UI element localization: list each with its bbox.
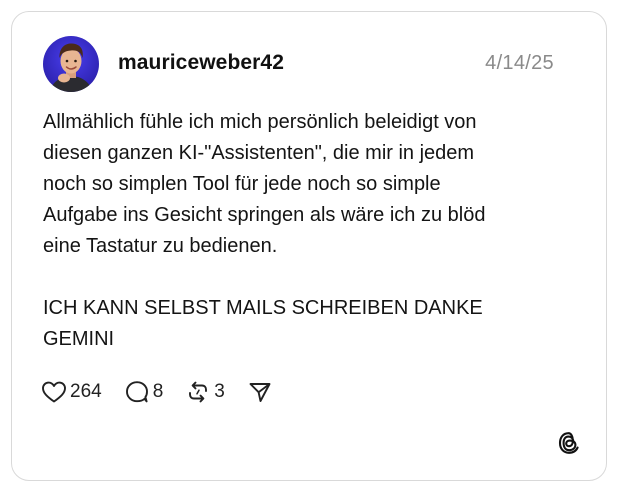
post-actions: 264 8 3 (41, 378, 295, 406)
post-paragraph: ICH KANN SELBST MAILS SCHREIBEN DANKE GE… (43, 297, 483, 350)
avatar-image (43, 36, 99, 92)
comment-bubble-icon (124, 380, 150, 404)
post-card: mauriceweber42 4/14/25 Allmählich fühle … (11, 11, 607, 481)
avatar[interactable] (43, 36, 99, 92)
post-date: 4/14/25 (485, 52, 554, 74)
threads-logo-icon (556, 430, 582, 456)
send-icon (247, 380, 273, 404)
repost-button[interactable]: 3 (185, 380, 225, 404)
reply-count: 8 (152, 381, 164, 402)
share-button[interactable] (247, 380, 273, 404)
repost-icon (185, 380, 211, 404)
post-text: Allmählich fühle ich mich persönlich bel… (43, 107, 583, 355)
repost-count: 3 (214, 381, 225, 402)
like-button[interactable]: 264 (41, 380, 102, 404)
heart-icon (41, 380, 67, 404)
author-username[interactable]: mauriceweber42 (118, 51, 284, 75)
reply-button[interactable]: 8 (124, 380, 164, 404)
post-paragraph: Allmählich fühle ich mich persönlich bel… (43, 111, 486, 257)
like-count: 264 (70, 381, 102, 402)
